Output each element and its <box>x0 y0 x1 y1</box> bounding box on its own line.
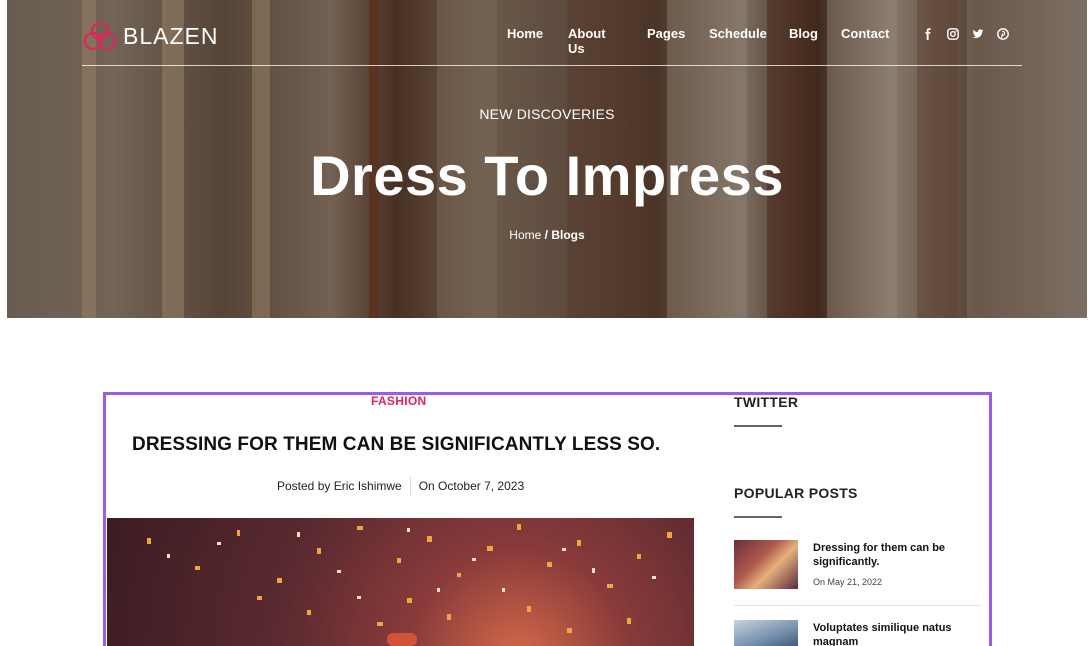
popular-posts-underline <box>734 516 782 518</box>
nav-contact[interactable]: Contact <box>841 26 889 41</box>
twitter-heading-underline <box>734 425 782 427</box>
nav-schedule[interactable]: Schedule <box>709 26 767 41</box>
breadcrumb: Home / Blogs <box>0 228 1090 242</box>
twitter-heading: TWITTER <box>734 394 799 410</box>
nav-pages[interactable]: Pages <box>647 26 685 41</box>
nav-home[interactable]: Home <box>507 26 543 41</box>
instagram-icon[interactable] <box>947 28 959 40</box>
popular-post-thumbnail[interactable] <box>734 620 798 646</box>
post-title[interactable]: DRESSING FOR THEM CAN BE SIGNIFICANTLY L… <box>132 434 660 456</box>
hero-kicker: NEW DISCOVERIES <box>479 106 615 122</box>
breadcrumb-home[interactable]: Home <box>509 228 541 242</box>
breadcrumb-separator: / <box>544 228 548 242</box>
social-links <box>922 28 1009 40</box>
twitter-icon[interactable] <box>972 28 984 40</box>
popular-posts-heading: POPULAR POSTS <box>734 485 858 501</box>
brand-logo[interactable]: BLAZEN <box>83 19 218 53</box>
breadcrumb-current: Blogs <box>551 228 585 242</box>
confetti-image <box>147 524 672 646</box>
post-author: Posted by Eric Ishimwe <box>277 479 402 493</box>
popular-post-date: On May 21, 2022 <box>813 577 883 587</box>
brand-name: BLAZEN <box>123 22 219 49</box>
post-category[interactable]: FASHION <box>371 394 426 408</box>
popular-post-title[interactable]: Dressing for them can be significantly. <box>813 541 973 569</box>
nav-about-us[interactable]: About Us <box>568 26 606 56</box>
popular-post-item[interactable]: Dressing for them can be significantly. … <box>734 540 981 606</box>
pinterest-icon[interactable] <box>997 28 1009 40</box>
popular-post-title[interactable]: Voluptates similique natus magnam <box>813 621 973 646</box>
meta-divider <box>409 476 411 496</box>
header-divider <box>82 65 1022 66</box>
nav-blog[interactable]: Blog <box>789 26 818 41</box>
page-title: Dress To Impress <box>310 144 784 207</box>
post-date: On October 7, 2023 <box>418 479 525 493</box>
logo-icon <box>83 21 117 51</box>
post-featured-image[interactable] <box>107 518 694 646</box>
facebook-icon[interactable] <box>922 28 934 40</box>
post-meta: Posted by Eric Ishimwe On October 7, 202… <box>277 476 524 496</box>
popular-post-thumbnail[interactable] <box>734 540 798 589</box>
